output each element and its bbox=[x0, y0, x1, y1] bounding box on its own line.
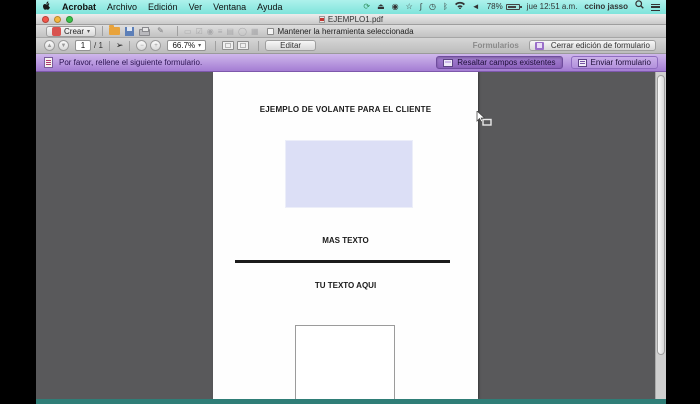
menu-item-edicion[interactable]: Edición bbox=[148, 2, 178, 12]
window-title: EJEMPLO1.pdf bbox=[36, 15, 666, 24]
toolbar-separator bbox=[258, 40, 260, 51]
app-status-icon[interactable]: ⟳ bbox=[363, 0, 370, 14]
star-icon[interactable]: ☆ bbox=[406, 0, 413, 14]
wifi-icon[interactable] bbox=[454, 0, 465, 14]
battery-percent: 78% bbox=[486, 2, 503, 11]
signature-tool-icon[interactable]: ▦ bbox=[251, 27, 259, 36]
user-name[interactable]: ccino jasso bbox=[584, 0, 628, 14]
toolbar-separator bbox=[108, 40, 110, 51]
letterbox-right bbox=[666, 0, 700, 404]
form-field-icon bbox=[534, 41, 544, 50]
close-form-editing-button[interactable]: Cerrar edición de formulario bbox=[528, 40, 656, 51]
chevron-down-icon: ▾ bbox=[87, 28, 91, 35]
editar-button[interactable]: Editar bbox=[265, 40, 317, 51]
next-page-button[interactable]: ▼ bbox=[58, 40, 69, 51]
letterbox-left bbox=[0, 0, 36, 404]
menu-item-ayuda[interactable]: Ayuda bbox=[257, 2, 282, 12]
toolbar-separator bbox=[102, 26, 104, 36]
print-icon[interactable] bbox=[139, 26, 151, 36]
user-account-icon[interactable]: ◉ bbox=[392, 0, 399, 14]
dropdown-tool-icon[interactable]: ▤ bbox=[226, 27, 234, 36]
vertical-scrollbar[interactable] bbox=[655, 72, 666, 399]
key-icon[interactable]: ∫ bbox=[420, 0, 422, 14]
navigation-toolbar: ▲ ▼ / 1 ➢ − + 66.7% ▾ Editar Formularios… bbox=[36, 38, 666, 54]
highlight-fields-icon bbox=[443, 58, 454, 67]
list-tool-icon[interactable]: ≡ bbox=[218, 27, 223, 36]
menu-item-ventana[interactable]: Ventana bbox=[213, 2, 246, 12]
crear-label: Crear bbox=[64, 26, 85, 36]
toolbar-separator bbox=[177, 26, 179, 36]
apple-logo-icon bbox=[43, 1, 50, 10]
window-title-bar[interactable]: EJEMPLO1.pdf bbox=[36, 14, 666, 25]
captured-desktop: Acrobat Archivo Edición Ver Ventana Ayud… bbox=[36, 0, 666, 404]
radio-tool-icon[interactable]: ◉ bbox=[207, 27, 214, 36]
bluetooth-icon[interactable]: ᛒ bbox=[443, 0, 448, 14]
button-tool-icon[interactable]: ◯ bbox=[238, 27, 247, 36]
form-message: Por favor, rellene el siguiente formular… bbox=[59, 58, 203, 67]
document-heading: EJEMPLO DE VOLANTE PARA EL CLIENTE bbox=[259, 105, 432, 114]
battery-icon bbox=[505, 4, 522, 10]
highlighted-form-field[interactable] bbox=[285, 140, 413, 208]
single-page-mode-icon[interactable] bbox=[237, 41, 250, 50]
save-file-icon[interactable] bbox=[125, 26, 135, 36]
pdf-file-icon bbox=[318, 15, 325, 23]
textfield-tool-icon[interactable]: ▭ bbox=[184, 27, 192, 36]
dock-edge-strip bbox=[36, 399, 666, 404]
macos-menu-bar: Acrobat Archivo Edición Ver Ventana Ayud… bbox=[36, 0, 666, 14]
scrollbar-thumb[interactable] bbox=[657, 75, 665, 355]
formularios-panel-label: Formularios bbox=[472, 41, 519, 50]
mouse-cursor-form-tool bbox=[476, 110, 494, 132]
zoom-level-value: 66.7% bbox=[172, 41, 196, 50]
spotlight-search-icon[interactable] bbox=[635, 0, 644, 14]
select-tool-icon[interactable]: ➢ bbox=[116, 40, 124, 51]
zoom-in-button[interactable]: + bbox=[150, 40, 162, 51]
page-number-input[interactable] bbox=[75, 40, 91, 51]
apple-menu-icon[interactable] bbox=[42, 1, 51, 13]
screen: Acrobat Archivo Edición Ver Ventana Ayud… bbox=[0, 0, 700, 404]
horizontal-rule bbox=[235, 260, 450, 263]
scrolling-mode-icon[interactable] bbox=[222, 41, 235, 50]
zoom-level-select[interactable]: 66.7% ▾ bbox=[167, 40, 207, 51]
menu-item-ver[interactable]: Ver bbox=[189, 2, 203, 12]
previous-page-button[interactable]: ▲ bbox=[44, 40, 55, 51]
pdf-page[interactable]: EJEMPLO DE VOLANTE PARA EL CLIENTE MAS T… bbox=[213, 72, 478, 399]
close-form-editing-label: Cerrar edición de formulario bbox=[550, 41, 650, 50]
volume-icon[interactable]: ◄ bbox=[472, 0, 480, 14]
menu-clock[interactable]: jue 12:51 a.m. bbox=[527, 0, 578, 14]
page-total-label: / 1 bbox=[94, 41, 103, 50]
highlight-fields-button[interactable]: Resaltar campos existentes bbox=[436, 56, 563, 69]
crear-button[interactable]: Crear ▾ bbox=[46, 25, 97, 37]
toolbar-separator bbox=[129, 40, 131, 51]
notification-center-icon[interactable] bbox=[651, 3, 660, 11]
form-document-icon bbox=[44, 57, 53, 68]
time-machine-icon[interactable]: ◷ bbox=[429, 0, 436, 14]
keep-tool-label: Mantener la herramienta seleccionada bbox=[277, 26, 414, 36]
menu-item-acrobat[interactable]: Acrobat bbox=[62, 2, 96, 12]
editar-label: Editar bbox=[280, 41, 302, 50]
zoom-out-button[interactable]: − bbox=[136, 40, 148, 51]
outlined-box bbox=[295, 325, 395, 399]
eject-icon[interactable]: ⏏ bbox=[377, 0, 385, 14]
document-text-mas-texto: MAS TEXTO bbox=[322, 236, 369, 245]
submit-form-icon bbox=[577, 58, 587, 67]
keep-tool-checkbox[interactable] bbox=[266, 27, 274, 35]
menu-item-archivo[interactable]: Archivo bbox=[107, 2, 137, 12]
toolbar-separator bbox=[215, 40, 217, 51]
open-file-icon[interactable] bbox=[109, 25, 121, 35]
main-toolbar: Crear ▾ ✎ ▭ ☑ ◉ ≡ ▤ ◯ ▦ Mantener la herr… bbox=[36, 25, 666, 38]
checkbox-tool-icon[interactable]: ☑ bbox=[196, 27, 203, 36]
edit-page-icon[interactable]: ✎ bbox=[155, 26, 166, 36]
document-text-tu-texto: TU TEXTO AQUI bbox=[314, 281, 377, 290]
highlight-fields-label: Resaltar campos existentes bbox=[457, 58, 556, 67]
form-message-bar: Por favor, rellene el siguiente formular… bbox=[36, 54, 666, 72]
create-pdf-icon bbox=[52, 26, 61, 36]
chevron-down-icon: ▾ bbox=[198, 43, 202, 49]
document-view-area[interactable]: EJEMPLO DE VOLANTE PARA EL CLIENTE MAS T… bbox=[36, 72, 666, 399]
submit-form-label: Enviar formulario bbox=[590, 58, 651, 67]
submit-form-button[interactable]: Enviar formulario bbox=[570, 56, 658, 69]
